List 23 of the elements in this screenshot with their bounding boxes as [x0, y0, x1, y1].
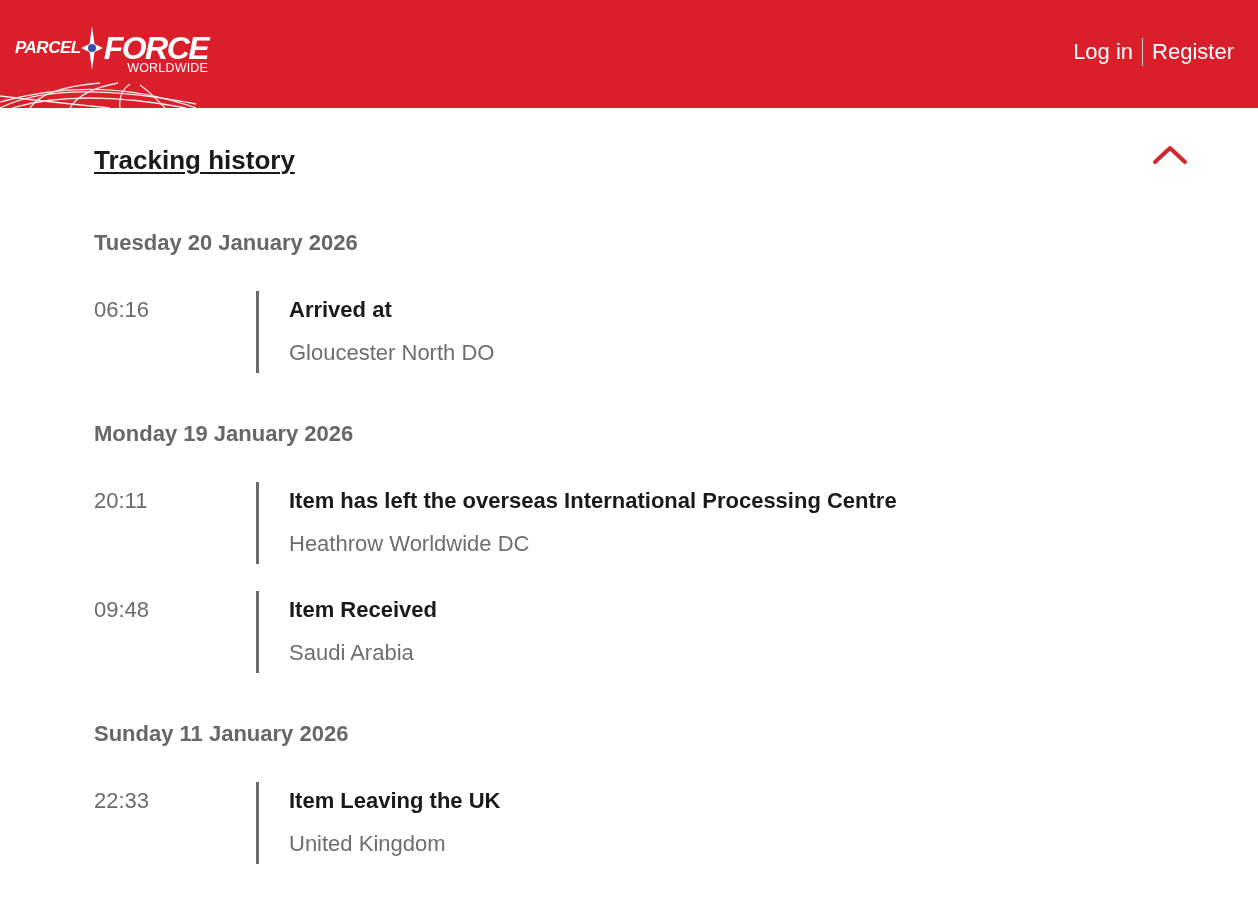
globe-grid-icon [0, 82, 196, 108]
event-status: Item Received [289, 596, 437, 624]
event-time: 20:11 [94, 487, 148, 515]
header-link[interactable]: Log in [1073, 37, 1134, 67]
event-location: Saudi Arabia [289, 639, 414, 667]
section-title[interactable]: Tracking history [94, 144, 295, 176]
chevron-icon [1152, 145, 1188, 165]
event-time: 06:16 [94, 296, 150, 324]
header-link[interactable]: Register [1152, 37, 1234, 67]
event-time: 09:48 [94, 596, 150, 624]
event-status: Item has left the overseas International Processing Centre [289, 487, 897, 515]
event-status: Item Leaving the UK [289, 787, 501, 815]
event-time: 22:33 [94, 787, 150, 815]
logo-tagline: WORLDWIDE [127, 61, 209, 75]
logo-text: PARCEL [15, 38, 81, 58]
date-heading: Monday 19 January 2026 [94, 420, 354, 448]
event-status: Arrived at [289, 296, 392, 324]
event-location: Heathrow Worldwide DC [289, 530, 530, 558]
date-heading: Sunday 11 January 2026 [94, 720, 349, 748]
collapse-button[interactable] [1152, 145, 1188, 165]
event-location: Gloucester North DO [289, 339, 495, 367]
date-heading: Tuesday 20 January 2026 [94, 229, 358, 257]
event-location: United Kingdom [289, 830, 446, 858]
